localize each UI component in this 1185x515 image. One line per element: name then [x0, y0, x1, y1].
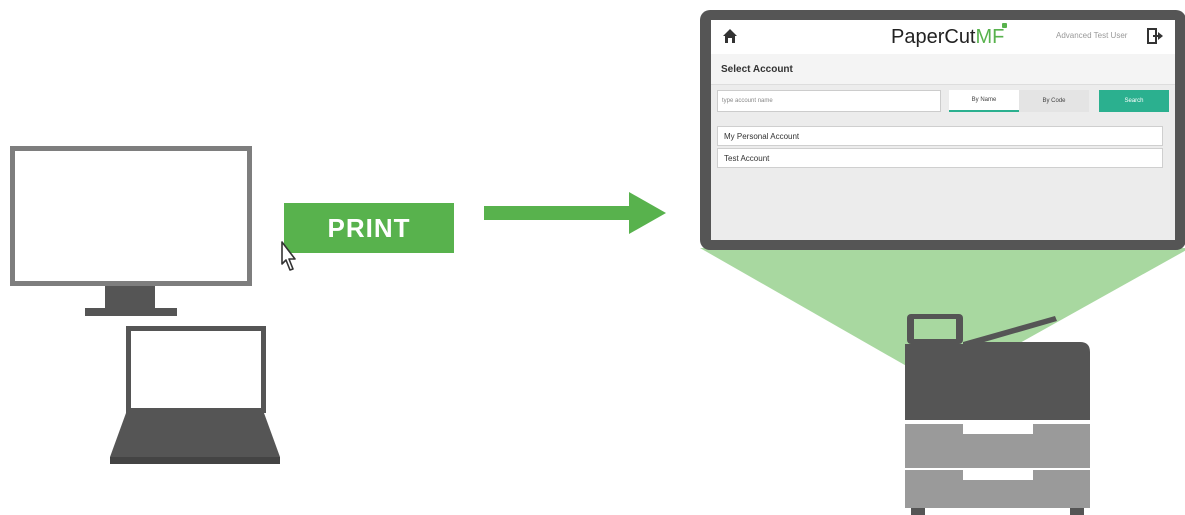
mouse-cursor-icon: [281, 241, 296, 271]
printer-icon: [905, 314, 1090, 515]
page-title: Select Account: [721, 64, 793, 75]
print-button[interactable]: PRINT: [284, 203, 454, 253]
tab-by-name[interactable]: By Name: [949, 90, 1019, 112]
desktop-monitor: [10, 146, 252, 286]
home-icon[interactable]: [723, 29, 737, 43]
monitor-stand: [105, 286, 155, 308]
account-list-item[interactable]: My Personal Account: [717, 126, 1163, 146]
search-button[interactable]: Search: [1099, 90, 1169, 112]
logo-mark: [1002, 23, 1007, 28]
monitor-base: [85, 308, 177, 316]
laptop-screen: [126, 326, 266, 413]
papercut-logo: PaperCutMF: [891, 26, 1005, 48]
title-bar: Select Account: [711, 54, 1175, 85]
account-list-item[interactable]: Test Account: [717, 148, 1163, 168]
screen-header: PaperCutMF Advanced Test User: [711, 20, 1175, 54]
logout-icon[interactable]: [1147, 28, 1163, 44]
user-name: Advanced Test User: [1056, 31, 1128, 40]
laptop-keyboard: [110, 413, 280, 464]
papercut-screen: PaperCutMF Advanced Test User Select Acc…: [711, 20, 1175, 240]
account-search-input[interactable]: type account name: [717, 90, 941, 112]
flow-arrow-icon: [484, 192, 666, 234]
tab-by-code[interactable]: By Code: [1019, 90, 1089, 112]
